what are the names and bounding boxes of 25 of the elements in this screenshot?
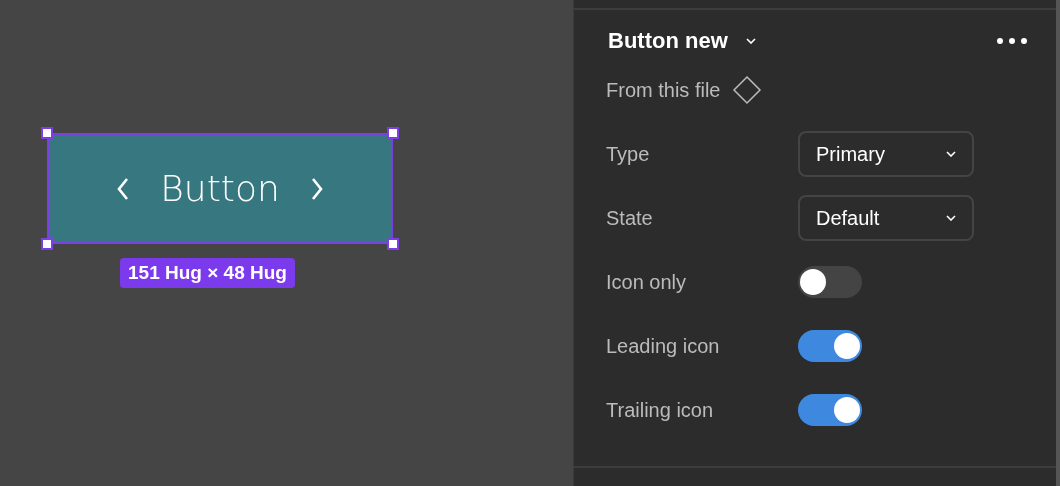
property-label: State xyxy=(606,206,654,230)
toggle-switch[interactable] xyxy=(798,330,862,362)
more-icon[interactable] xyxy=(996,37,1028,45)
toggle-switch[interactable] xyxy=(798,266,862,298)
resize-handle[interactable] xyxy=(387,238,399,250)
caret-icon xyxy=(946,215,956,221)
select-field[interactable]: Primary xyxy=(798,131,974,177)
component-title: Button new xyxy=(608,28,728,54)
diamond-icon xyxy=(732,75,763,105)
property-label: Trailing icon xyxy=(606,398,715,422)
resize-handle[interactable] xyxy=(41,238,53,250)
resize-handle[interactable] xyxy=(387,127,399,139)
property-label: Icon only xyxy=(606,270,688,294)
select-field[interactable]: Default xyxy=(798,195,974,241)
source-label: From this file xyxy=(606,78,721,102)
resize-handle[interactable] xyxy=(41,127,53,139)
chevron-right-icon xyxy=(309,176,324,201)
property-label: Leading icon xyxy=(606,334,721,358)
toggle-switch[interactable] xyxy=(798,394,862,426)
size-label: 151 Hug × 48 Hug xyxy=(120,258,295,288)
button-label: Button xyxy=(160,168,280,209)
chevron-left-icon xyxy=(116,176,131,201)
caret-icon xyxy=(946,151,956,157)
caret-icon[interactable] xyxy=(745,38,756,44)
property-label: Type xyxy=(606,142,651,166)
